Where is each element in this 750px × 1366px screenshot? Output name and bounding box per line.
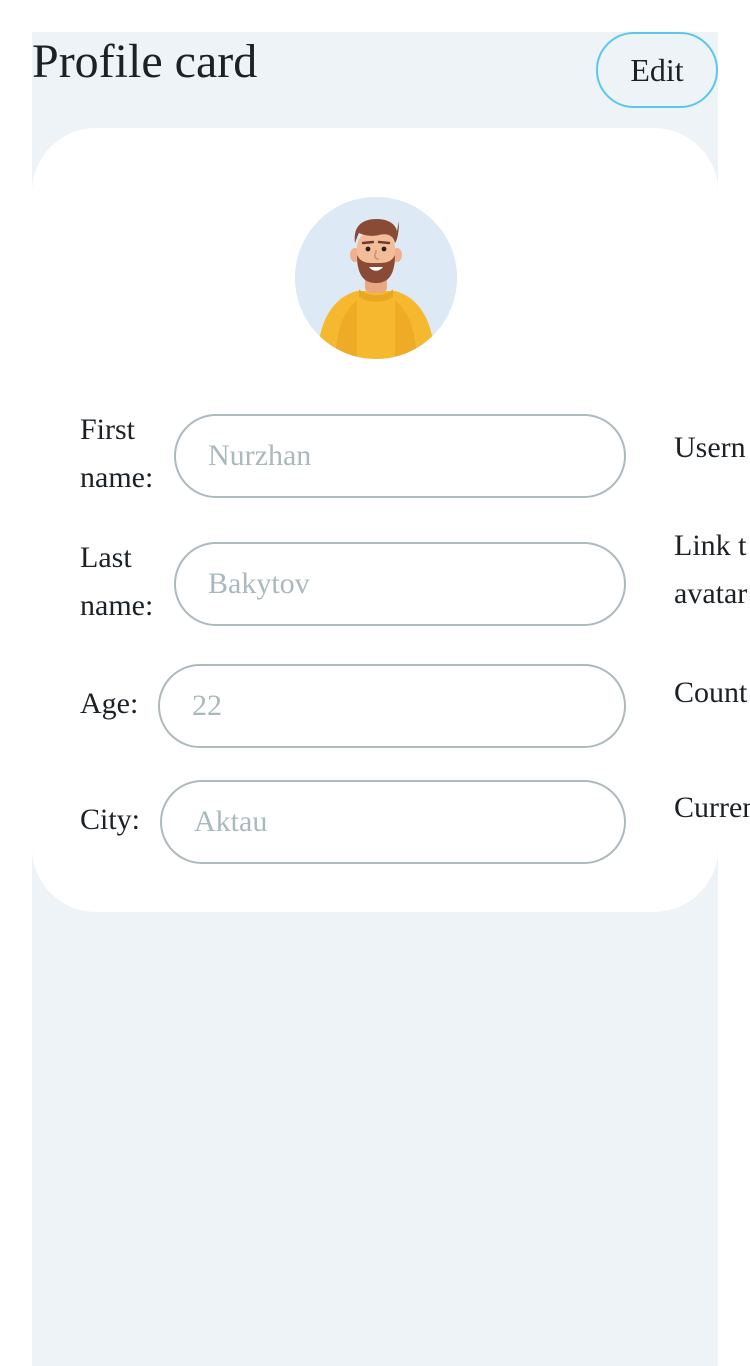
avatar-link-label-line2: avatar <box>674 577 748 610</box>
avatar <box>295 197 457 359</box>
last-name-label: Last name: <box>80 541 154 622</box>
viewport: Profile card Edit First name: Nurzhan La… <box>0 0 750 1366</box>
age-label: Age: <box>80 687 139 720</box>
person-avatar-icon <box>295 197 457 359</box>
username-label: Usern <box>674 431 746 464</box>
country-label: Count <box>674 676 748 709</box>
age-field[interactable] <box>158 664 626 748</box>
edit-button[interactable]: Edit <box>596 32 718 108</box>
page-title: Profile card <box>32 35 258 88</box>
last-name-field[interactable] <box>174 542 626 626</box>
city-label: City: <box>80 803 141 836</box>
first-name-field[interactable] <box>174 414 626 498</box>
first-name-label: First name: <box>80 413 154 494</box>
current-label: Curren <box>674 791 750 824</box>
city-field[interactable] <box>160 780 626 864</box>
avatar-link-label-line1: Link t <box>674 529 747 562</box>
